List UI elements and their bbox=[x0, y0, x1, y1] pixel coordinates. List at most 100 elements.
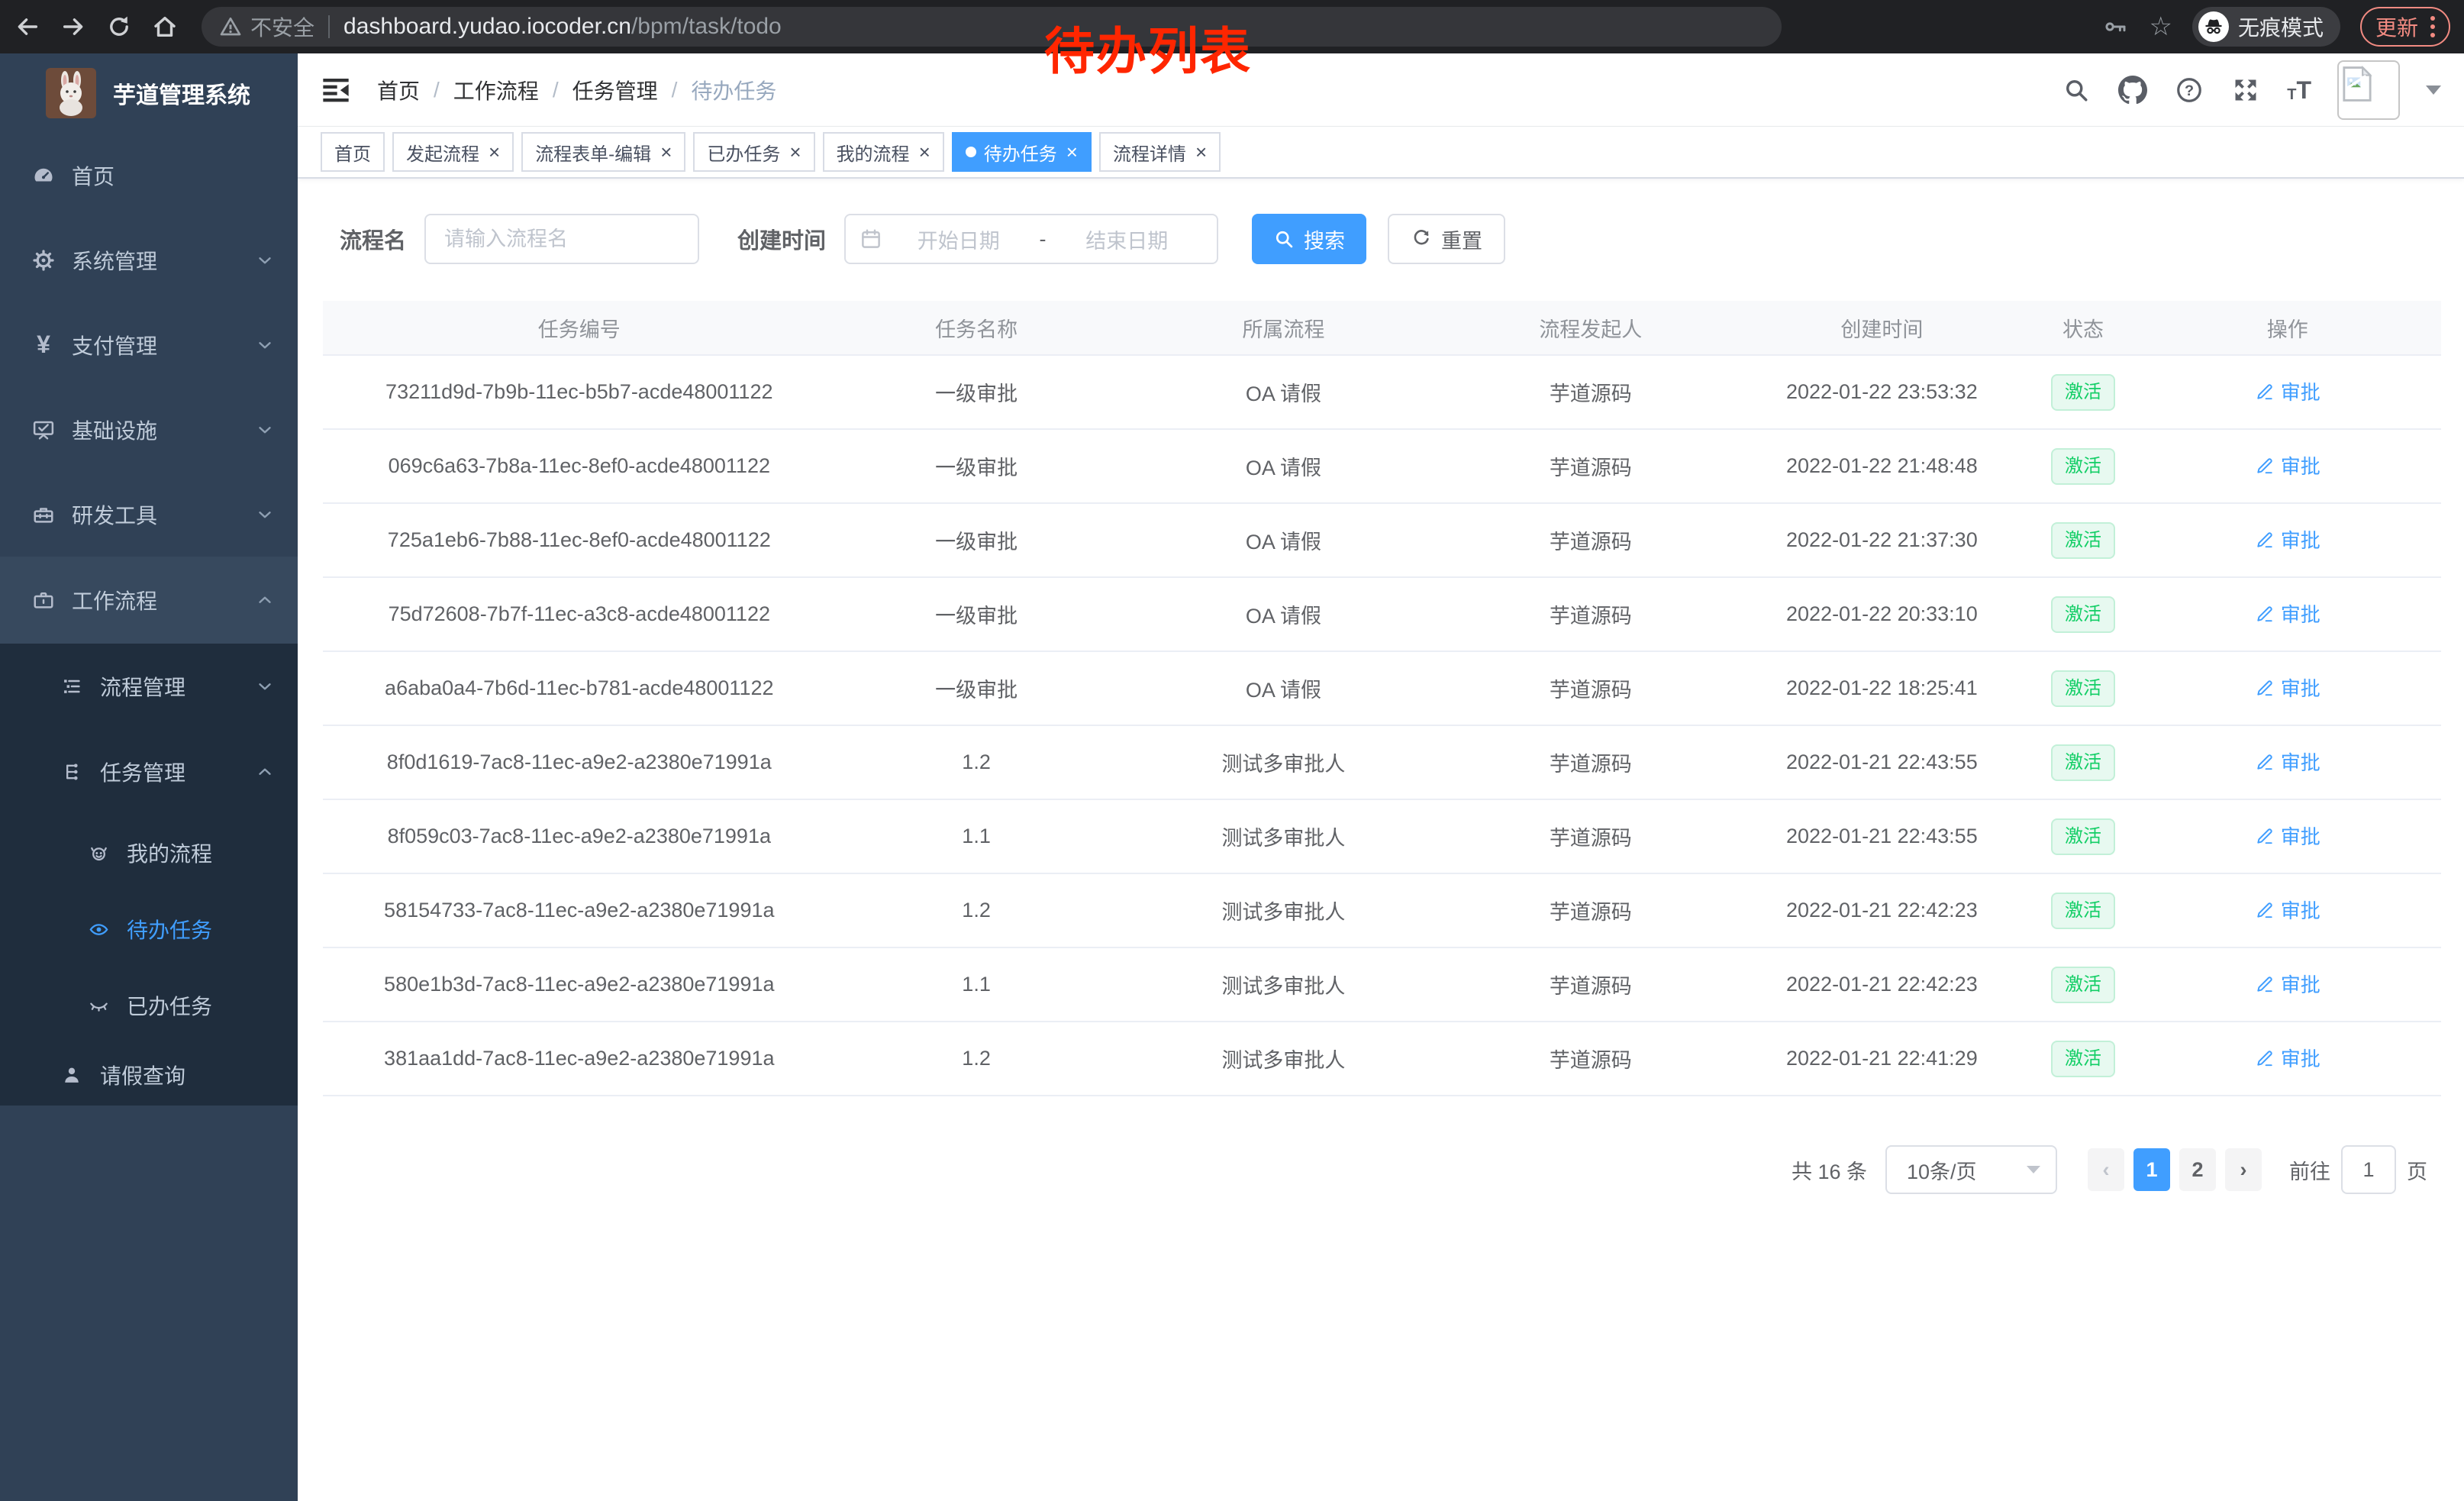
bookmark-star-icon[interactable]: ☆ bbox=[2149, 14, 2172, 40]
tab-close-icon[interactable]: × bbox=[919, 142, 930, 162]
svg-text:?: ? bbox=[2185, 82, 2194, 98]
sidebar-item-infra[interactable]: 基础设施 bbox=[0, 387, 298, 472]
browser-update-button[interactable]: 更新 bbox=[2360, 7, 2450, 47]
key-icon[interactable] bbox=[2101, 13, 2129, 40]
tab[interactable]: 已办任务 × bbox=[693, 132, 814, 172]
avatar[interactable] bbox=[2337, 60, 2400, 120]
process-cell: 测试多审批人 bbox=[1118, 970, 1450, 999]
process-name-input[interactable] bbox=[424, 214, 699, 264]
reset-button[interactable]: 重置 bbox=[1388, 214, 1505, 264]
create-time-cell: 2022-01-21 22:42:23 bbox=[1731, 899, 2032, 922]
table-row: 381aa1dd-7ac8-11ec-a9e2-a2380e71991a 1.2… bbox=[323, 1022, 2441, 1096]
tab-close-icon[interactable]: × bbox=[660, 142, 672, 162]
status-badge: 激活 bbox=[2051, 596, 2115, 633]
sidebar-collapse-icon[interactable] bbox=[321, 75, 351, 105]
starter-cell: 芋道源码 bbox=[1450, 1044, 1731, 1073]
approve-link[interactable]: 审批 bbox=[2255, 896, 2320, 924]
process-cell: 测试多审批人 bbox=[1118, 1044, 1450, 1073]
sidebar-item-workflow[interactable]: 工作流程 bbox=[0, 557, 298, 644]
tab[interactable]: 发起流程 × bbox=[392, 132, 514, 172]
sidebar-item-devtools[interactable]: 研发工具 bbox=[0, 472, 298, 557]
sidebar-item-todo-tasks[interactable]: 待办任务 bbox=[0, 891, 298, 967]
tab[interactable]: 流程表单-编辑 × bbox=[521, 132, 685, 172]
app-title: 芋道管理系统 bbox=[113, 76, 250, 110]
tab[interactable]: 首页 bbox=[321, 132, 385, 172]
goto-label: 前往 bbox=[2289, 1155, 2330, 1185]
page-size-select[interactable]: 10条/页 bbox=[1885, 1145, 2057, 1194]
table-row: 580e1b3d-7ac8-11ec-a9e2-a2380e71991a 1.1… bbox=[323, 948, 2441, 1022]
address-bar[interactable]: 不安全 dashboard.yudao.iocoder.cn/bpm/task/… bbox=[202, 7, 1782, 47]
fullscreen-icon[interactable] bbox=[2230, 75, 2261, 105]
divider bbox=[328, 15, 330, 38]
chevron-up-icon bbox=[255, 762, 275, 782]
forward-icon[interactable] bbox=[60, 13, 87, 40]
chevron-down-icon bbox=[255, 335, 275, 355]
create-time-cell: 2022-01-22 18:25:41 bbox=[1731, 676, 2032, 700]
incognito-badge[interactable]: 无痕模式 bbox=[2192, 7, 2340, 47]
sidebar-item-payment[interactable]: ¥ 支付管理 bbox=[0, 302, 298, 387]
github-icon[interactable] bbox=[2117, 75, 2148, 105]
create-time-cell: 2022-01-22 21:37:30 bbox=[1731, 528, 2032, 552]
tab-label: 发起流程 bbox=[406, 139, 479, 166]
chevron-down-icon bbox=[255, 420, 275, 440]
search-button[interactable]: 搜索 bbox=[1252, 214, 1366, 264]
sidebar-item-home[interactable]: 首页 bbox=[0, 133, 298, 218]
prev-page-button[interactable]: ‹ bbox=[2088, 1148, 2124, 1191]
next-page-button[interactable]: › bbox=[2225, 1148, 2262, 1191]
tab[interactable]: 流程详情 × bbox=[1099, 132, 1221, 172]
approve-link[interactable]: 审批 bbox=[2255, 673, 2320, 702]
approve-link[interactable]: 审批 bbox=[2255, 1044, 2320, 1072]
chevron-down-icon[interactable] bbox=[2426, 86, 2441, 95]
page-button-1[interactable]: 1 bbox=[2133, 1148, 2170, 1191]
back-icon[interactable] bbox=[14, 13, 41, 40]
approve-link[interactable]: 审批 bbox=[2255, 747, 2320, 776]
approve-link[interactable]: 审批 bbox=[2255, 525, 2320, 554]
edit-pencil-icon bbox=[2255, 678, 2275, 698]
home-icon[interactable] bbox=[151, 13, 179, 40]
screen: 不安全 dashboard.yudao.iocoder.cn/bpm/task/… bbox=[0, 0, 2464, 1501]
tab-label: 流程详情 bbox=[1113, 139, 1186, 166]
approve-link[interactable]: 审批 bbox=[2255, 822, 2320, 850]
approve-link[interactable]: 审批 bbox=[2255, 451, 2320, 479]
approve-link[interactable]: 审批 bbox=[2255, 970, 2320, 998]
starter-cell: 芋道源码 bbox=[1450, 673, 1731, 703]
approve-link[interactable]: 审批 bbox=[2255, 377, 2320, 405]
goto-page-input[interactable] bbox=[2341, 1145, 2396, 1194]
search-icon[interactable] bbox=[2061, 75, 2091, 105]
edit-pencil-icon bbox=[2255, 530, 2275, 550]
help-icon[interactable]: ? bbox=[2174, 75, 2204, 105]
tree-icon bbox=[59, 761, 85, 783]
date-range-picker[interactable]: 开始日期 - 结束日期 bbox=[844, 214, 1218, 264]
kebab-menu-icon[interactable] bbox=[2430, 16, 2435, 37]
breadcrumb-item[interactable]: 任务管理 bbox=[572, 75, 658, 105]
tab[interactable]: 我的流程 × bbox=[823, 132, 944, 172]
sidebar-item-system[interactable]: 系统管理 bbox=[0, 218, 298, 302]
range-separator: - bbox=[1035, 228, 1051, 251]
sidebar-item-my-process[interactable]: 我的流程 bbox=[0, 815, 298, 891]
edit-pencil-icon bbox=[2255, 752, 2275, 772]
action-cell: 审批 bbox=[2134, 377, 2441, 407]
sidebar-item-done-tasks[interactable]: 已办任务 bbox=[0, 967, 298, 1044]
sidebar-item-label: 研发工具 bbox=[72, 499, 157, 530]
breadcrumb-item[interactable]: 首页 bbox=[377, 75, 420, 105]
status-cell: 激活 bbox=[2032, 522, 2133, 559]
process-cell: OA 请假 bbox=[1118, 673, 1450, 703]
approve-link[interactable]: 审批 bbox=[2255, 599, 2320, 628]
task-name-cell: 1.2 bbox=[836, 899, 1118, 922]
breadcrumb-item[interactable]: 工作流程 bbox=[453, 75, 539, 105]
font-size-icon[interactable]: TT bbox=[2287, 78, 2311, 102]
reload-icon[interactable] bbox=[105, 13, 133, 40]
tab-close-icon[interactable]: × bbox=[489, 142, 500, 162]
tab-close-icon[interactable]: × bbox=[789, 142, 801, 162]
tab[interactable]: 待办任务 × bbox=[952, 132, 1092, 172]
sidebar: 芋道管理系统 首页 系统管理 ¥ 支付管理 基础设施 bbox=[0, 53, 298, 1501]
sidebar-item-label: 请假查询 bbox=[100, 1060, 185, 1090]
table-row: a6aba0a4-7b6d-11ec-b781-acde48001122 一级审… bbox=[323, 652, 2441, 726]
tab-close-icon[interactable]: × bbox=[1066, 142, 1078, 162]
app-logo-row[interactable]: 芋道管理系统 bbox=[0, 53, 298, 133]
sidebar-item-task-mgmt[interactable]: 任务管理 bbox=[0, 729, 298, 815]
sidebar-item-leave-query[interactable]: 请假查询 bbox=[0, 1044, 298, 1106]
tab-close-icon[interactable]: × bbox=[1195, 142, 1207, 162]
sidebar-item-process-mgmt[interactable]: 流程管理 bbox=[0, 644, 298, 729]
page-button-2[interactable]: 2 bbox=[2179, 1148, 2216, 1191]
